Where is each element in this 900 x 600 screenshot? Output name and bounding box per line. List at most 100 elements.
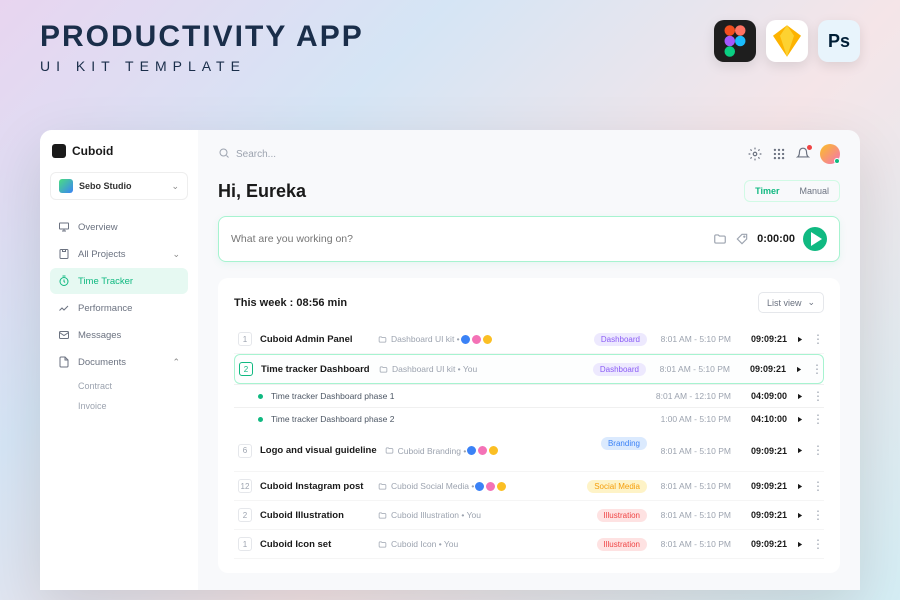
manual-mode-button[interactable]: Manual	[789, 181, 839, 201]
user-avatar[interactable]	[820, 144, 840, 164]
time-entry-row[interactable]: 2Time tracker Dashboard Dashboard UI kit…	[234, 354, 824, 384]
nav-label: Messages	[78, 330, 121, 341]
sidebar-item-performance[interactable]: Performance	[50, 295, 188, 321]
main-content: Search... Hi, Eureka Timer Manual 0:00:0…	[198, 130, 860, 590]
search-input[interactable]: Search...	[218, 147, 738, 162]
entry-title: Cuboid Instagram post	[260, 481, 370, 492]
sidebar-item-overview[interactable]: Overview	[50, 214, 188, 240]
entry-meta: Cuboid Branding •	[385, 445, 593, 456]
assignee-avatar	[488, 445, 499, 456]
entry-time-range: 8:01 AM - 5:10 PM	[654, 364, 730, 374]
assignee-avatar	[460, 334, 471, 345]
play-icon[interactable]	[794, 365, 803, 374]
overview-icon	[58, 221, 70, 233]
entry-duration: 09:09:21	[739, 510, 787, 520]
time-tracker-icon	[58, 275, 70, 287]
more-menu-icon[interactable]: ⋮	[812, 513, 820, 518]
tag-icon[interactable]	[735, 232, 749, 246]
play-icon[interactable]	[795, 482, 804, 491]
entry-duration: 09:09:21	[739, 481, 787, 491]
entry-count: 1	[238, 537, 252, 551]
more-menu-icon[interactable]: ⋮	[812, 417, 820, 422]
more-menu-icon[interactable]: ⋮	[812, 337, 820, 342]
entry-count: 12	[238, 479, 252, 493]
entry-meta: Cuboid Illustration • You	[378, 510, 589, 520]
time-entry-subtask[interactable]: Time tracker Dashboard phase 18:01 AM - …	[234, 384, 824, 407]
nav-label: All Projects	[78, 249, 126, 260]
notifications-icon[interactable]	[796, 147, 810, 161]
play-icon[interactable]	[795, 540, 804, 549]
performance-icon	[58, 302, 70, 314]
assignee-avatar	[474, 481, 485, 492]
time-entry-row[interactable]: 1Cuboid Admin Panel Dashboard UI kit • D…	[234, 325, 824, 354]
apps-grid-icon[interactable]	[772, 147, 786, 161]
sidebar-item-all-projects[interactable]: All Projects⌄	[50, 241, 188, 267]
time-entry-row[interactable]: 2Cuboid Illustration Cuboid Illustration…	[234, 501, 824, 530]
entry-duration: 09:09:21	[739, 539, 787, 549]
subtask-time-range: 1:00 AM - 5:10 PM	[655, 414, 731, 424]
chevron-down-icon: ⌄	[807, 297, 815, 308]
time-entry-row[interactable]: 12Cuboid Instagram post Cuboid Social Me…	[234, 472, 824, 501]
assignee-avatar	[471, 334, 482, 345]
entry-title: Cuboid Icon set	[260, 539, 370, 550]
topbar: Search...	[218, 144, 840, 164]
search-icon	[218, 147, 230, 162]
more-menu-icon[interactable]: ⋮	[812, 542, 820, 547]
nav-label: Performance	[78, 303, 132, 314]
settings-icon[interactable]	[748, 147, 762, 161]
play-icon[interactable]	[795, 392, 804, 401]
mode-toggle: Timer Manual	[744, 180, 840, 202]
sidebar-subitem-contract[interactable]: Contract	[50, 376, 188, 396]
subtask-title: Time tracker Dashboard phase 2	[271, 414, 647, 424]
all-projects-icon	[58, 248, 70, 260]
sidebar-item-messages[interactable]: Messages	[50, 322, 188, 348]
nav-label: Documents	[78, 357, 126, 368]
messages-icon	[58, 329, 70, 341]
task-input[interactable]	[231, 233, 705, 245]
play-icon[interactable]	[795, 511, 804, 520]
nav-label: Time Tracker	[78, 276, 133, 287]
time-entry-row[interactable]: 1Cuboid Icon set Cuboid Icon • YouIllust…	[234, 530, 824, 559]
subtask-duration: 04:10:00	[739, 414, 787, 424]
sidebar-item-documents[interactable]: Documents⌃	[50, 349, 188, 375]
folder-icon	[378, 482, 387, 491]
entry-count: 2	[238, 508, 252, 522]
play-icon[interactable]	[795, 446, 804, 455]
brand-name: Cuboid	[72, 144, 113, 158]
figma-icon	[714, 20, 756, 62]
workspace-selector[interactable]: Sebo Studio ⌄	[50, 172, 188, 200]
sidebar-item-time-tracker[interactable]: Time Tracker	[50, 268, 188, 294]
entries-panel: This week : 08:56 min List view ⌄ 1Cuboi…	[218, 278, 840, 573]
time-entry-row[interactable]: 6Logo and visual guideline Cuboid Brandi…	[234, 430, 824, 472]
photoshop-icon: Ps	[818, 20, 860, 62]
entry-count: 1	[238, 332, 252, 346]
more-menu-icon[interactable]: ⋮	[812, 448, 820, 453]
subtask-duration: 04:09:00	[739, 391, 787, 401]
play-icon[interactable]	[795, 415, 804, 424]
more-menu-icon[interactable]: ⋮	[812, 394, 820, 399]
workspace-name: Sebo Studio	[79, 181, 165, 191]
entry-time-range: 8:01 AM - 5:10 PM	[655, 334, 731, 344]
entry-meta: Cuboid Icon • You	[378, 539, 589, 549]
sidebar: Cuboid Sebo Studio ⌄ Overview All Project…	[40, 130, 198, 590]
assignee-avatar	[496, 481, 507, 492]
play-icon[interactable]	[795, 335, 804, 344]
sidebar-subitem-invoice[interactable]: Invoice	[50, 396, 188, 416]
project-tag: Branding	[601, 437, 647, 450]
more-menu-icon[interactable]: ⋮	[812, 484, 820, 489]
timer-mode-button[interactable]: Timer	[745, 181, 789, 201]
more-menu-icon[interactable]: ⋮	[811, 367, 819, 372]
folder-icon	[378, 540, 387, 549]
assignee-avatar	[477, 445, 488, 456]
folder-icon[interactable]	[713, 232, 727, 246]
chevron-down-icon: ⌄	[171, 181, 179, 192]
week-summary: This week : 08:56 min	[234, 297, 347, 309]
nav-label: Overview	[78, 222, 118, 233]
start-timer-button[interactable]	[803, 227, 827, 251]
folder-icon	[379, 365, 388, 374]
brand: Cuboid	[50, 144, 188, 158]
folder-icon	[378, 335, 387, 344]
entry-duration: 09:09:21	[739, 446, 787, 456]
time-entry-subtask[interactable]: Time tracker Dashboard phase 2 1:00 AM - …	[234, 407, 824, 430]
view-selector[interactable]: List view ⌄	[758, 292, 824, 313]
